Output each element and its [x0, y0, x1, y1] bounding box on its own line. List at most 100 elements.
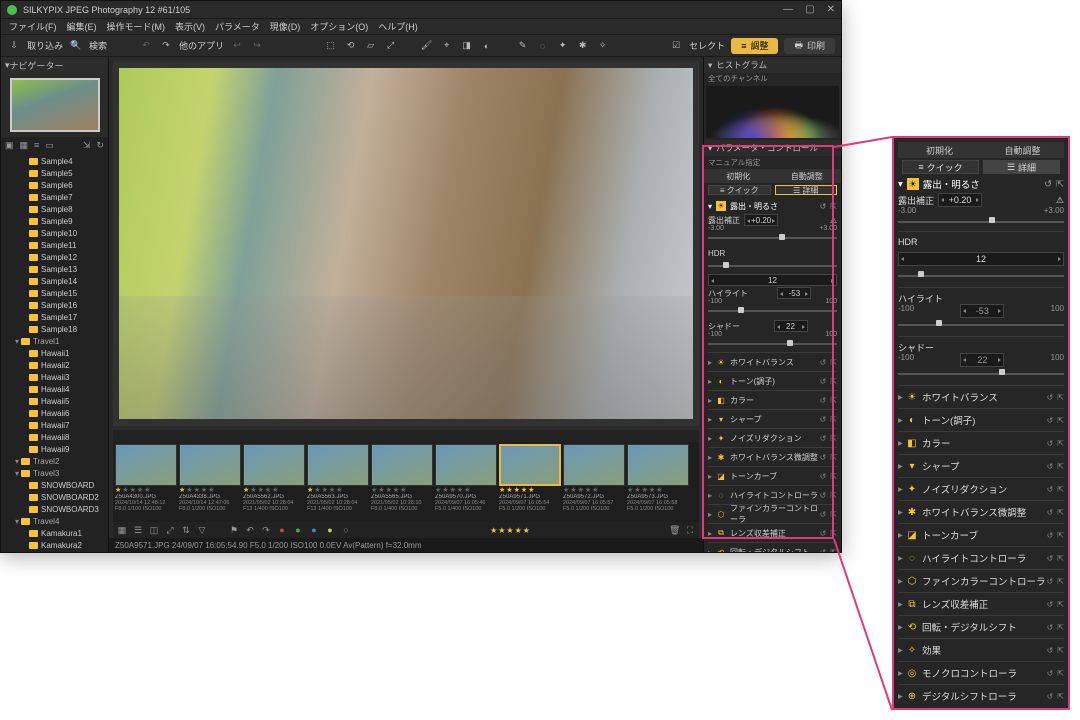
subtab-quick[interactable]: ≡クイック [902, 160, 979, 174]
reset-icon[interactable]: ↺ [820, 453, 827, 462]
reset-icon[interactable]: ↺ [820, 510, 827, 519]
export-icon[interactable]: ⇱ [1057, 646, 1064, 655]
sort-icon[interactable]: ⇅ [181, 525, 191, 536]
reset-icon[interactable]: ↺ [820, 434, 827, 443]
reset-icon[interactable]: ↺ [820, 491, 827, 500]
chevron-down-icon[interactable]: ▾ [708, 143, 712, 154]
redo-icon[interactable]: ↷ [159, 39, 173, 53]
folder-item[interactable]: Hawaii4 [1, 383, 108, 395]
folder-item[interactable]: Hawaii8 [1, 431, 108, 443]
scale-icon[interactable]: ⤢ [384, 39, 398, 53]
folder-item[interactable]: Hawaii5 [1, 395, 108, 407]
import-icon[interactable]: ⇩ [7, 39, 21, 53]
rotate-icon[interactable]: ⟲ [344, 39, 358, 53]
folder-group[interactable]: ▾Travel1 [1, 335, 108, 347]
menu-parameter[interactable]: パラメータ [215, 20, 260, 33]
import-label[interactable]: 取り込み [27, 39, 63, 52]
export-icon[interactable]: ⇱ [1057, 531, 1064, 540]
label-red-icon[interactable]: ● [277, 525, 287, 535]
exposure-value[interactable]: +0.20 [938, 193, 982, 207]
clone-icon[interactable]: ⌖ [440, 39, 454, 53]
filmstrip-item[interactable]: ★★★★★Z50A4338.JPG2024/10/14 12:47:05F8.0… [179, 444, 241, 520]
param-section-row[interactable]: ▸✧効果↺⇱ [898, 641, 1064, 659]
menu-edit[interactable]: 編集(E) [67, 20, 97, 33]
param-section-row[interactable]: ▸☀ホワイトバランス↺⇱ [708, 355, 837, 369]
list-view-icon[interactable]: ☰ [133, 525, 143, 536]
reset-icon[interactable]: ↺ [1047, 531, 1054, 540]
fullscreen-icon[interactable]: ⛶ [685, 525, 695, 536]
subtab-quick[interactable]: ≡クイック [708, 185, 771, 195]
folder-item[interactable]: Sample11 [1, 239, 108, 251]
menu-help[interactable]: ヘルプ(H) [378, 20, 418, 33]
shadow-slider[interactable] [708, 339, 837, 349]
param-section-row[interactable]: ▸◧カラー↺⇱ [898, 434, 1064, 452]
export-icon[interactable]: ⇱ [830, 529, 837, 538]
export-icon[interactable]: ⇱ [1057, 554, 1064, 563]
tab-init[interactable]: 初期化 [898, 142, 981, 158]
reset-icon[interactable]: ↺ [820, 415, 827, 424]
param-section-row[interactable]: ▸✱ホワイトバランス微調整↺⇱ [898, 503, 1064, 521]
highlight-value[interactable]: -53 [777, 287, 811, 299]
folder-item[interactable]: Sample17 [1, 311, 108, 323]
export-icon[interactable]: ⇱ [830, 491, 837, 500]
reset-icon[interactable]: ↺ [1047, 577, 1054, 586]
tab-auto[interactable]: 自動調整 [773, 169, 842, 183]
export-icon[interactable]: ⇱ [1057, 393, 1064, 402]
param-section-row[interactable]: ▸◎モノクロコントローラ↺⇱ [898, 664, 1064, 682]
eraser-icon[interactable]: ◨ [460, 39, 474, 53]
label-yellow-icon[interactable]: ● [325, 525, 335, 535]
callout-scroll[interactable]: ▾☀ 露出・明るさ ↺⇱ 露出補正 +0.20 ⚠ -3.00+3.00 HDR… [898, 176, 1064, 704]
hdr-value[interactable]: 12 [898, 252, 1064, 266]
param-section-row[interactable]: ▸⟲回転・デジタルシフト↺⇱ [898, 618, 1064, 636]
search-label[interactable]: 検索 [89, 39, 107, 52]
reset-icon[interactable]: ↺ [1047, 393, 1054, 402]
param-section-row[interactable]: ▸✦ノイズリダクション↺⇱ [708, 431, 837, 445]
reset-icon[interactable]: ↺ [1047, 508, 1054, 517]
folder-group[interactable]: ▾Travel4 [1, 515, 108, 527]
warning-icon[interactable]: ⚠ [830, 216, 837, 225]
navigator-preview[interactable] [1, 73, 108, 137]
chevron-down-icon[interactable]: ▾ [708, 60, 712, 71]
nav-single-icon[interactable]: ▭ [45, 140, 54, 151]
folder-item[interactable]: Kamakura2 [1, 539, 108, 551]
tab-init[interactable]: 初期化 [704, 169, 773, 183]
exposure-value[interactable]: +0.20 [744, 214, 778, 226]
folder-item[interactable]: Sample9 [1, 215, 108, 227]
folder-item[interactable]: Hawaii1 [1, 347, 108, 359]
folder-item[interactable]: SNOWBOARD [1, 479, 108, 491]
export-icon[interactable]: ⇱ [1057, 669, 1064, 678]
level-icon[interactable]: ▱ [364, 39, 378, 53]
burn-icon[interactable]: ✱ [576, 39, 590, 53]
param-section-row[interactable]: ▸◌ハイライトコントローラ↺⇱ [898, 549, 1064, 567]
brush-icon[interactable]: 🖌 [420, 39, 434, 53]
export-icon[interactable]: ⇱ [1057, 416, 1064, 425]
folder-item[interactable]: Sample5 [1, 167, 108, 179]
param-section-row[interactable]: ▸▾シャープ↺⇱ [898, 457, 1064, 475]
reset-icon[interactable]: ↺ [820, 377, 827, 386]
exposure-slider[interactable] [898, 216, 1064, 228]
folder-item[interactable]: Sample14 [1, 275, 108, 287]
export-icon[interactable]: ⇱ [1056, 179, 1064, 190]
image-preview[interactable] [113, 61, 699, 426]
subtab-detail[interactable]: ☰詳細 [775, 185, 838, 195]
folder-item[interactable]: Sample8 [1, 203, 108, 215]
folder-item[interactable]: Sample12 [1, 251, 108, 263]
mask-icon[interactable]: ◐ [480, 39, 494, 53]
folder-item[interactable]: Hawaii6 [1, 407, 108, 419]
wand-icon[interactable]: ✧ [596, 39, 610, 53]
window-minimize[interactable]: — [783, 4, 793, 15]
folder-item[interactable]: SNOWBOARD3 [1, 503, 108, 515]
section-exposure[interactable]: ▾☀ 露出・明るさ ↺⇱ [898, 176, 1064, 192]
histogram[interactable] [706, 86, 839, 138]
export-icon[interactable]: ⇱ [830, 510, 837, 519]
hdr-slider[interactable] [898, 270, 1064, 282]
param-scroll[interactable]: ▾☀ 露出・明るさ ↺⇱ 露出補正 +0.20 ⚠ -3.00+3.00 HDR… [704, 197, 841, 552]
eyedrop-icon[interactable]: ✎ [516, 39, 530, 53]
crop-icon[interactable]: ⬚ [324, 39, 338, 53]
export-icon[interactable]: ⇱ [830, 202, 837, 211]
grid-view-icon[interactable]: ▦ [117, 525, 127, 536]
compare-icon[interactable]: ◫ [149, 525, 159, 536]
export-icon[interactable]: ⇱ [830, 434, 837, 443]
hdr-slider[interactable] [708, 261, 837, 271]
marker-label[interactable]: マニュアル指定 [704, 156, 841, 169]
